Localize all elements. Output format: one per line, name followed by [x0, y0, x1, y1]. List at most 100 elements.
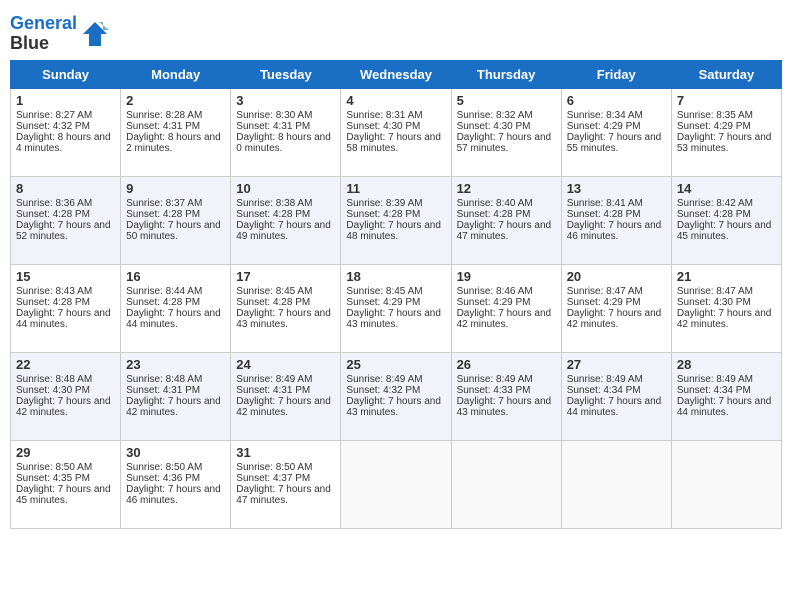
day-number: 23 [126, 357, 225, 372]
day-number: 16 [126, 269, 225, 284]
day-number: 26 [457, 357, 556, 372]
sunrise-label: Sunrise: 8:32 AM [457, 110, 533, 121]
sunset-label: Sunset: 4:28 PM [677, 209, 751, 220]
sunrise-label: Sunrise: 8:45 AM [236, 286, 312, 297]
day-number: 20 [567, 269, 666, 284]
calendar-cell: 26 Sunrise: 8:49 AM Sunset: 4:33 PM Dayl… [451, 352, 561, 440]
day-number: 11 [346, 181, 445, 196]
sunset-label: Sunset: 4:34 PM [567, 385, 641, 396]
daylight-label: Daylight: 7 hours and 57 minutes. [457, 132, 552, 154]
calendar-cell: 24 Sunrise: 8:49 AM Sunset: 4:31 PM Dayl… [231, 352, 341, 440]
sunrise-label: Sunrise: 8:50 AM [16, 462, 92, 473]
day-header-row: SundayMondayTuesdayWednesdayThursdayFrid… [11, 60, 782, 88]
sunrise-label: Sunrise: 8:49 AM [457, 374, 533, 385]
day-number: 24 [236, 357, 335, 372]
daylight-label: Daylight: 7 hours and 43 minutes. [346, 396, 441, 418]
sunset-label: Sunset: 4:32 PM [346, 385, 420, 396]
daylight-label: Daylight: 7 hours and 45 minutes. [677, 220, 772, 242]
day-number: 12 [457, 181, 556, 196]
daylight-label: Daylight: 7 hours and 42 minutes. [677, 308, 772, 330]
day-number: 22 [16, 357, 115, 372]
sunrise-label: Sunrise: 8:47 AM [677, 286, 753, 297]
day-number: 28 [677, 357, 776, 372]
sunset-label: Sunset: 4:32 PM [16, 121, 90, 132]
calendar-cell: 15 Sunrise: 8:43 AM Sunset: 4:28 PM Dayl… [11, 264, 121, 352]
calendar-cell: 17 Sunrise: 8:45 AM Sunset: 4:28 PM Dayl… [231, 264, 341, 352]
daylight-label: Daylight: 7 hours and 45 minutes. [16, 484, 111, 506]
sunset-label: Sunset: 4:36 PM [126, 473, 200, 484]
calendar-cell: 27 Sunrise: 8:49 AM Sunset: 4:34 PM Dayl… [561, 352, 671, 440]
sunset-label: Sunset: 4:28 PM [126, 209, 200, 220]
daylight-label: Daylight: 7 hours and 44 minutes. [16, 308, 111, 330]
sunrise-label: Sunrise: 8:40 AM [457, 198, 533, 209]
day-number: 15 [16, 269, 115, 284]
day-number: 13 [567, 181, 666, 196]
sunrise-label: Sunrise: 8:38 AM [236, 198, 312, 209]
sunrise-label: Sunrise: 8:48 AM [126, 374, 202, 385]
sunrise-label: Sunrise: 8:27 AM [16, 110, 92, 121]
sunset-label: Sunset: 4:31 PM [126, 385, 200, 396]
logo-text: GeneralBlue [10, 14, 77, 54]
sunrise-label: Sunrise: 8:47 AM [567, 286, 643, 297]
day-header-tuesday: Tuesday [231, 60, 341, 88]
day-number: 25 [346, 357, 445, 372]
sunrise-label: Sunrise: 8:41 AM [567, 198, 643, 209]
calendar-cell: 31 Sunrise: 8:50 AM Sunset: 4:37 PM Dayl… [231, 440, 341, 528]
day-number: 1 [16, 93, 115, 108]
calendar-cell: 8 Sunrise: 8:36 AM Sunset: 4:28 PM Dayli… [11, 176, 121, 264]
daylight-label: Daylight: 7 hours and 43 minutes. [457, 396, 552, 418]
sunset-label: Sunset: 4:28 PM [567, 209, 641, 220]
sunrise-label: Sunrise: 8:46 AM [457, 286, 533, 297]
calendar-cell: 20 Sunrise: 8:47 AM Sunset: 4:29 PM Dayl… [561, 264, 671, 352]
daylight-label: Daylight: 7 hours and 43 minutes. [346, 308, 441, 330]
logo-icon [81, 20, 109, 48]
sunrise-label: Sunrise: 8:34 AM [567, 110, 643, 121]
sunrise-label: Sunrise: 8:31 AM [346, 110, 422, 121]
sunset-label: Sunset: 4:31 PM [126, 121, 200, 132]
calendar-cell: 9 Sunrise: 8:37 AM Sunset: 4:28 PM Dayli… [121, 176, 231, 264]
sunset-label: Sunset: 4:29 PM [457, 297, 531, 308]
calendar-cell: 16 Sunrise: 8:44 AM Sunset: 4:28 PM Dayl… [121, 264, 231, 352]
day-number: 31 [236, 445, 335, 460]
day-number: 4 [346, 93, 445, 108]
calendar-cell: 22 Sunrise: 8:48 AM Sunset: 4:30 PM Dayl… [11, 352, 121, 440]
daylight-label: Daylight: 8 hours and 2 minutes. [126, 132, 221, 154]
daylight-label: Daylight: 7 hours and 49 minutes. [236, 220, 331, 242]
sunrise-label: Sunrise: 8:39 AM [346, 198, 422, 209]
day-number: 3 [236, 93, 335, 108]
calendar-cell: 21 Sunrise: 8:47 AM Sunset: 4:30 PM Dayl… [671, 264, 781, 352]
sunrise-label: Sunrise: 8:45 AM [346, 286, 422, 297]
day-header-saturday: Saturday [671, 60, 781, 88]
day-number: 19 [457, 269, 556, 284]
daylight-label: Daylight: 8 hours and 4 minutes. [16, 132, 111, 154]
sunrise-label: Sunrise: 8:43 AM [16, 286, 92, 297]
daylight-label: Daylight: 7 hours and 42 minutes. [126, 396, 221, 418]
day-number: 6 [567, 93, 666, 108]
sunrise-label: Sunrise: 8:49 AM [567, 374, 643, 385]
daylight-label: Daylight: 7 hours and 48 minutes. [346, 220, 441, 242]
sunrise-label: Sunrise: 8:42 AM [677, 198, 753, 209]
daylight-label: Daylight: 7 hours and 42 minutes. [567, 308, 662, 330]
daylight-label: Daylight: 7 hours and 53 minutes. [677, 132, 772, 154]
sunrise-label: Sunrise: 8:36 AM [16, 198, 92, 209]
daylight-label: Daylight: 7 hours and 52 minutes. [16, 220, 111, 242]
calendar-cell: 7 Sunrise: 8:35 AM Sunset: 4:29 PM Dayli… [671, 88, 781, 176]
sunset-label: Sunset: 4:28 PM [457, 209, 531, 220]
calendar-cell: 1 Sunrise: 8:27 AM Sunset: 4:32 PM Dayli… [11, 88, 121, 176]
sunset-label: Sunset: 4:28 PM [236, 209, 310, 220]
sunset-label: Sunset: 4:30 PM [677, 297, 751, 308]
day-number: 9 [126, 181, 225, 196]
sunrise-label: Sunrise: 8:30 AM [236, 110, 312, 121]
calendar-cell: 19 Sunrise: 8:46 AM Sunset: 4:29 PM Dayl… [451, 264, 561, 352]
sunrise-label: Sunrise: 8:50 AM [236, 462, 312, 473]
sunset-label: Sunset: 4:28 PM [236, 297, 310, 308]
day-number: 8 [16, 181, 115, 196]
calendar-cell: 30 Sunrise: 8:50 AM Sunset: 4:36 PM Dayl… [121, 440, 231, 528]
day-number: 2 [126, 93, 225, 108]
calendar-cell: 6 Sunrise: 8:34 AM Sunset: 4:29 PM Dayli… [561, 88, 671, 176]
calendar-cell: 2 Sunrise: 8:28 AM Sunset: 4:31 PM Dayli… [121, 88, 231, 176]
calendar: SundayMondayTuesdayWednesdayThursdayFrid… [10, 60, 782, 529]
daylight-label: Daylight: 7 hours and 55 minutes. [567, 132, 662, 154]
daylight-label: Daylight: 7 hours and 43 minutes. [236, 308, 331, 330]
day-number: 30 [126, 445, 225, 460]
